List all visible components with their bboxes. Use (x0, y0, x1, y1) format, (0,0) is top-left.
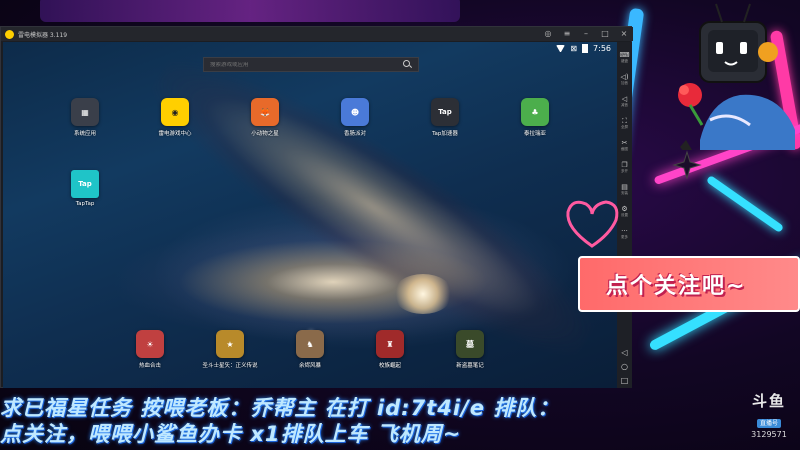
clan-rise-icon: ♜ (376, 330, 404, 358)
app-tomb-notes[interactable]: 墓 新盗墓笔记 (435, 330, 505, 369)
tool-volume-up[interactable]: ◁) 加音 (617, 68, 632, 90)
wallpaper-galaxy-core (393, 274, 453, 314)
system-apps-icon: ▦ (71, 98, 99, 126)
app-animal-star[interactable]: 🦊 小动物之星 (230, 98, 300, 137)
douyu-tag: 直播号 (756, 419, 781, 428)
search-bar[interactable] (203, 57, 419, 72)
hot-blood-icon: ☀ (136, 330, 164, 358)
tool-volume-down[interactable]: ◁ 减音 (617, 90, 632, 112)
android-screen[interactable]: ⊠ 7:56 ▦ 系统应用 ◉ 雷电游戏中心 🦊 小动物之星 (3, 42, 617, 388)
app-label: 新盗墓笔记 (456, 363, 484, 369)
ticker-line-2: 点关注，喂喂小鲨鱼办卡 x1排队上车 飞机周~ (0, 422, 462, 446)
terraria-icon: ♣ (521, 98, 549, 126)
maximize-icon[interactable]: □ (600, 29, 610, 39)
recents-icon[interactable]: □ (617, 374, 632, 388)
no-sim-icon: ⊠ (570, 44, 578, 53)
tool-multi-instance[interactable]: ❐ 多开 (617, 156, 632, 178)
app-hot-blood[interactable]: ☀ 热血合击 (115, 330, 185, 369)
tool-screenshot[interactable]: ✂ 截图 (617, 134, 632, 156)
neon-top-strip (40, 0, 460, 22)
fullscreen-icon: ⛶ (622, 116, 627, 125)
gamepad-icon[interactable]: ◎ (543, 29, 553, 39)
volume-down-icon: ◁ (621, 94, 628, 103)
app-label: 校族崛起 (378, 363, 401, 369)
tap-booster-icon: Tap (431, 98, 459, 126)
battery-icon (582, 44, 589, 53)
fox-game-icon: 🦊 (251, 98, 279, 126)
app-label: Tap加速器 (432, 131, 458, 137)
app-label: 热血合击 (138, 363, 161, 369)
multi-instance-icon: ❐ (621, 160, 628, 169)
robot-mascot-icon (678, 3, 795, 150)
wifi-icon (556, 45, 566, 52)
app-system-apps[interactable]: ▦ 系统应用 (50, 98, 120, 137)
sausage-party-icon: ☻ (341, 98, 369, 126)
close-icon[interactable]: × (619, 29, 629, 39)
minimize-icon[interactable]: – (581, 29, 591, 39)
stream-ticker: 求已福星任务 按喂老板：乔帮主 在打 id:7t4i/e 排队： 点关注，喂喂小… (0, 390, 740, 450)
stream-canvas: 雷电模拟器 3.119 ◎ ≡ – □ × ⊠ 7:56 搜索游戏或应用 ▦ 系… (0, 0, 800, 450)
ember-storm-icon: ♞ (296, 330, 324, 358)
keyboard-icon: ⌨ (619, 50, 630, 59)
app-ember-storm[interactable]: ♞ 余烬风暴 (275, 330, 345, 369)
gear-icon: ⚙ (621, 204, 628, 213)
app-clan-rise[interactable]: ♜ 校族崛起 (355, 330, 425, 369)
scissors-icon: ✂ (621, 138, 628, 147)
app-label: 余烬风暴 (298, 363, 321, 369)
volume-up-icon: ◁) (620, 72, 629, 81)
install-apk-icon: ▤ (621, 182, 628, 191)
emulator-title: 雷电模拟器 3.119 (18, 31, 68, 39)
search-icon[interactable] (403, 60, 412, 69)
follow-banner: 点个关注吧~ (578, 256, 800, 312)
more-icon: ··· (621, 226, 628, 235)
app-sausage-party[interactable]: ☻ 香肠派对 (320, 98, 390, 137)
app-label: 香肠派对 (343, 131, 366, 137)
app-saint-seiya[interactable]: ★ 圣斗士星矢：正义传说 (195, 330, 265, 369)
menu-icon[interactable]: ≡ (562, 29, 572, 39)
app-leidian-game-center[interactable]: ◉ 雷电游戏中心 (140, 98, 210, 137)
emulator-logo-icon (5, 29, 14, 39)
sparkle-star-icon (672, 150, 702, 180)
app-taptap[interactable]: Tap TapTap (50, 170, 120, 207)
saint-seiya-icon: ★ (216, 330, 244, 358)
heart-doodle-icon (566, 200, 619, 248)
android-status-bar: ⊠ 7:56 (556, 44, 611, 53)
douyu-logo: 斗鱼 (751, 392, 786, 410)
tool-keyboard[interactable]: ⌨ 键盘 (617, 46, 632, 68)
douyu-watermark: 斗鱼 直播号 3129571 (744, 392, 794, 442)
window-controls: ◎ ≡ – □ × (543, 29, 629, 39)
app-tap-booster[interactable]: Tap Tap加速器 (410, 98, 480, 137)
app-label: TapTap (75, 201, 95, 207)
tool-fullscreen[interactable]: ⛶ 全屏 (617, 112, 632, 134)
app-terraria[interactable]: ♣ 泰拉瑞亚 (500, 98, 570, 137)
app-label: 小动物之星 (251, 131, 279, 137)
follow-banner-text: 点个关注吧~ (606, 274, 747, 299)
taptap-icon: Tap (71, 170, 99, 198)
search-input[interactable] (210, 61, 403, 68)
app-label: 圣斗士星矢：正义传说 (202, 363, 258, 369)
home-icon[interactable]: ○ (617, 360, 632, 374)
gamepad-icon: ◉ (161, 98, 189, 126)
app-label: 泰拉瑞亚 (523, 131, 546, 137)
back-icon[interactable]: ◁ (617, 346, 632, 360)
app-label: 雷电游戏中心 (158, 131, 192, 137)
neon-bar-cyan-diag (705, 174, 785, 234)
app-label: 系统应用 (73, 131, 96, 137)
tomb-notes-icon: 墓 (456, 330, 484, 358)
emulator-window: 雷电模拟器 3.119 ◎ ≡ – □ × ⊠ 7:56 搜索游戏或应用 ▦ 系… (0, 26, 633, 388)
emulator-titlebar[interactable]: 雷电模拟器 3.119 ◎ ≡ – □ × (1, 27, 633, 41)
status-time: 7:56 (593, 44, 611, 53)
room-id: 3129571 (751, 430, 787, 439)
